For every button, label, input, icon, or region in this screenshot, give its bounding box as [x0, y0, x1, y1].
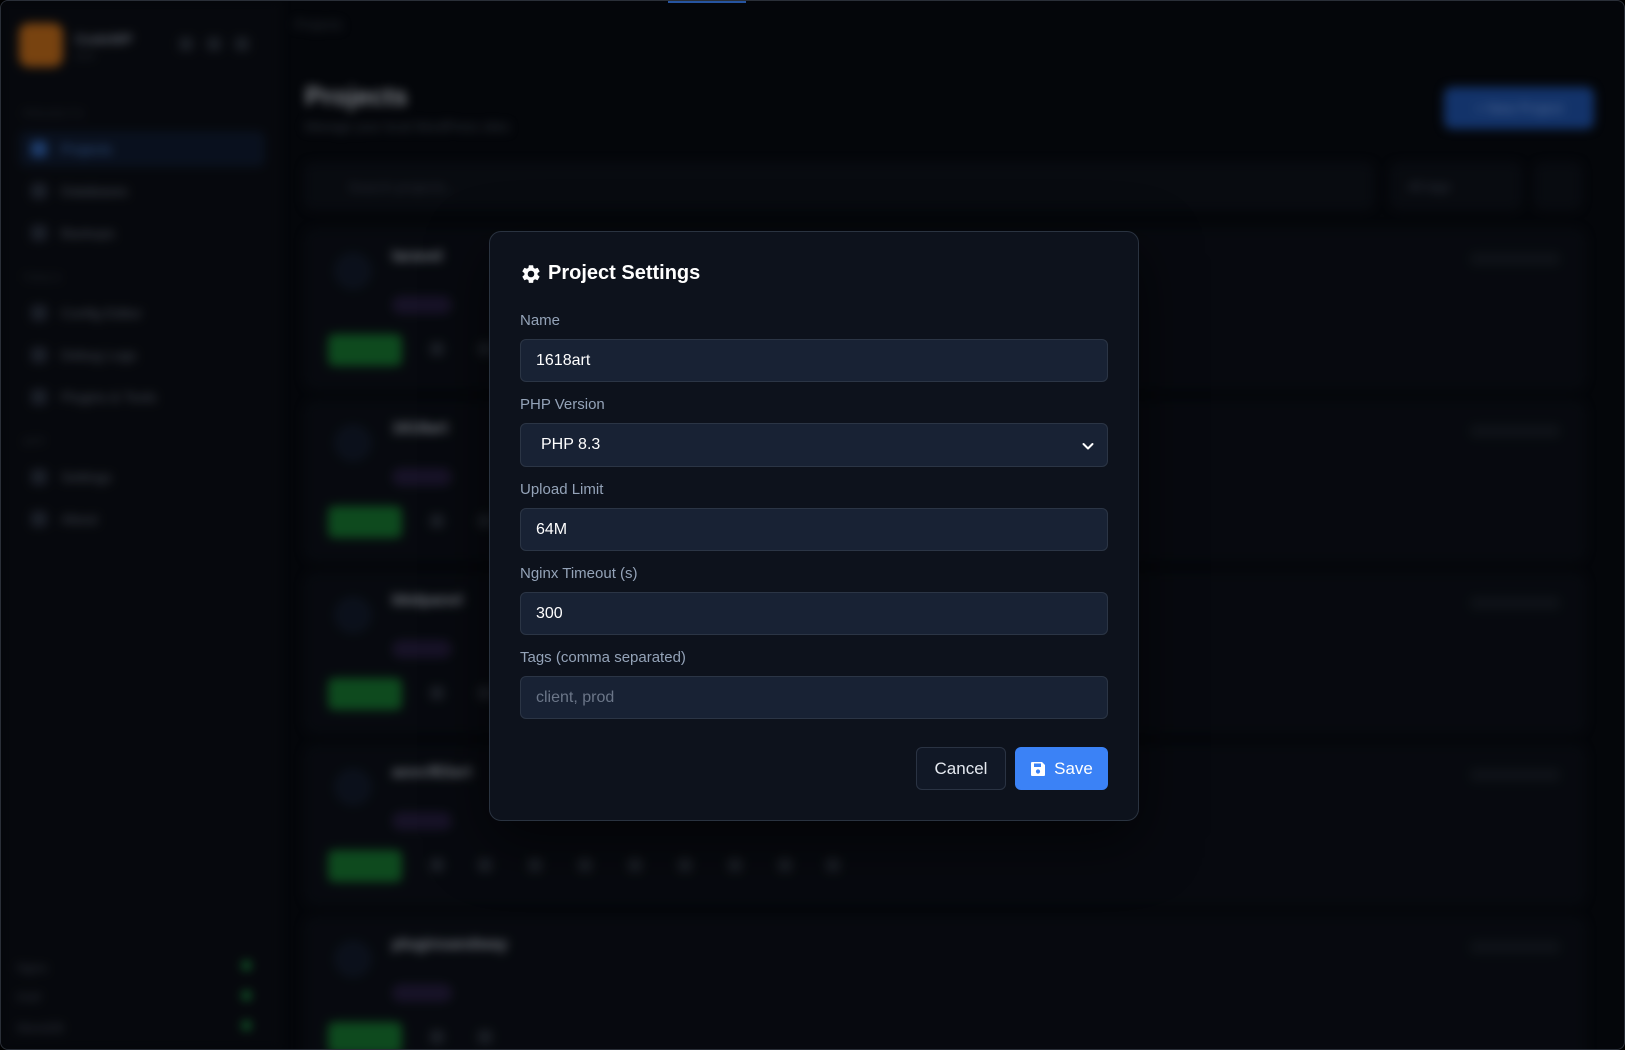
- save-button[interactable]: Save: [1015, 747, 1108, 790]
- php-version-select[interactable]: PHP 8.3: [520, 423, 1108, 467]
- nginx-timeout-field[interactable]: [520, 592, 1108, 635]
- php-version-label: PHP Version: [520, 396, 605, 413]
- floppy-disk-icon: [1031, 761, 1046, 776]
- app-window: CodeWP v1.0 PROJECTS Projects Databases …: [0, 0, 1625, 1050]
- tags-field[interactable]: [520, 676, 1108, 719]
- project-settings-modal: Project Settings Name PHP Version PHP 8.…: [489, 231, 1139, 821]
- modal-header: Project Settings: [520, 262, 700, 285]
- php-version-value: PHP 8.3: [541, 436, 601, 453]
- upload-limit-label: Upload Limit: [520, 481, 604, 498]
- tags-label: Tags (comma separated): [520, 649, 686, 666]
- upload-limit-field[interactable]: [520, 508, 1108, 551]
- nginx-timeout-label: Nginx Timeout (s): [520, 565, 638, 582]
- modal-title: Project Settings: [548, 262, 701, 284]
- chevron-down-icon: [1082, 443, 1094, 450]
- name-field[interactable]: [520, 339, 1108, 382]
- name-label: Name: [520, 312, 561, 329]
- cancel-button[interactable]: Cancel: [916, 747, 1006, 790]
- save-label: Save: [1054, 758, 1093, 778]
- gear-icon: [522, 264, 540, 283]
